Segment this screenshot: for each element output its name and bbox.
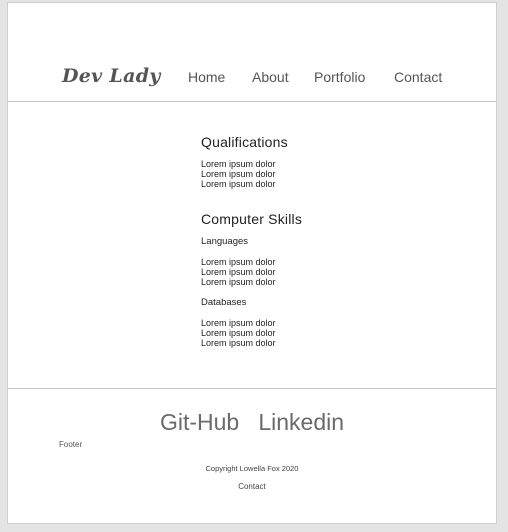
nav-home[interactable]: Home bbox=[188, 69, 225, 85]
footer-contact-link[interactable]: Contact bbox=[8, 482, 496, 491]
databases-list: Lorem ipsum dolor Lorem ipsum dolor Lore… bbox=[201, 318, 461, 348]
header: Dev Lady Home About Portfolio Contact bbox=[8, 3, 496, 102]
list-item: Lorem ipsum dolor bbox=[201, 318, 276, 328]
nav-contact[interactable]: Contact bbox=[394, 69, 442, 85]
list-item: Lorem ipsum dolor bbox=[201, 159, 276, 169]
computer-skills-title: Computer Skills bbox=[201, 211, 303, 227]
list-item: Lorem ipsum dolor bbox=[201, 179, 276, 189]
list-item: Lorem ipsum dolor bbox=[201, 328, 276, 338]
copyright-text: Copyright Lowella Fox 2020 bbox=[205, 464, 299, 473]
social-links: Git-Hub Linkedin bbox=[8, 409, 496, 436]
databases-label: Databases bbox=[201, 297, 247, 308]
footer-divider bbox=[8, 388, 496, 389]
list-item: Lorem ipsum dolor bbox=[201, 267, 276, 277]
languages-label: Languages bbox=[201, 236, 249, 247]
nav-portfolio[interactable]: Portfolio bbox=[314, 69, 365, 85]
linkedin-link[interactable]: Linkedin bbox=[258, 409, 344, 435]
main-content: Qualifications Lorem ipsum dolor Lorem i… bbox=[201, 134, 461, 348]
github-link[interactable]: Git-Hub bbox=[160, 409, 239, 435]
qualifications-title: Qualifications bbox=[201, 134, 288, 150]
list-item: Lorem ipsum dolor bbox=[201, 257, 276, 267]
page: Dev Lady Home About Portfolio Contact Qu… bbox=[7, 2, 497, 524]
list-item: Lorem ipsum dolor bbox=[201, 277, 276, 287]
footer-label: Footer bbox=[59, 440, 83, 449]
qualifications-list: Lorem ipsum dolor Lorem ipsum dolor Lore… bbox=[201, 159, 461, 189]
list-item: Lorem ipsum dolor bbox=[201, 338, 276, 348]
languages-list: Lorem ipsum dolor Lorem ipsum dolor Lore… bbox=[201, 257, 461, 287]
nav-about[interactable]: About bbox=[252, 69, 289, 85]
list-item: Lorem ipsum dolor bbox=[201, 169, 276, 179]
site-logo[interactable]: Dev Lady bbox=[62, 65, 161, 87]
